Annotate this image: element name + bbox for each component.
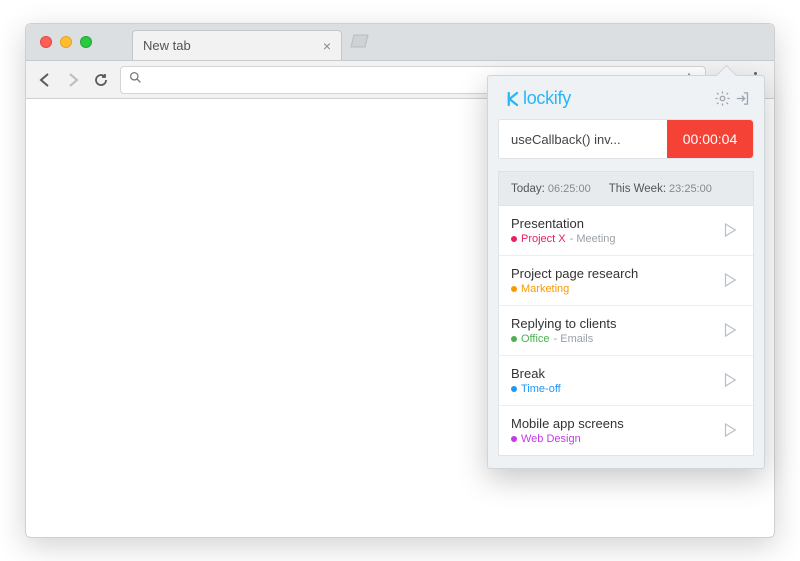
- tab-bar: New tab ×: [26, 24, 774, 61]
- brand-logo: lockify: [502, 88, 712, 109]
- play-icon: [721, 421, 739, 439]
- entry-title: Replying to clients: [511, 316, 721, 331]
- entry-title: Break: [511, 366, 721, 381]
- minimize-window-button[interactable]: [60, 36, 72, 48]
- summary-bar: Today:06:25:00 This Week:23:25:00: [498, 171, 754, 205]
- brand-name: lockify: [523, 88, 571, 109]
- entries-list: Presentation Project X - Meeting Project…: [498, 205, 754, 456]
- forward-button[interactable]: [64, 71, 82, 89]
- time-entry[interactable]: Replying to clients Office - Emails: [499, 305, 753, 355]
- time-entry[interactable]: Break Time-off: [499, 355, 753, 405]
- client-name: - Emails: [554, 333, 594, 345]
- time-entry[interactable]: Presentation Project X - Meeting: [499, 205, 753, 255]
- project-name: Project X: [521, 233, 566, 245]
- entry-meta: Office - Emails: [511, 333, 721, 345]
- project-color-dot: [511, 336, 517, 342]
- entry-meta: Project X - Meeting: [511, 233, 721, 245]
- time-entry[interactable]: Mobile app screens Web Design: [499, 405, 753, 455]
- entry-meta: Web Design: [511, 433, 721, 445]
- project-name: Marketing: [521, 283, 569, 295]
- play-button[interactable]: [721, 371, 741, 391]
- play-button[interactable]: [721, 321, 741, 341]
- entry-meta: Marketing: [511, 283, 721, 295]
- project-color-dot: [511, 236, 517, 242]
- browser-tab[interactable]: New tab ×: [132, 30, 342, 60]
- today-summary: Today:06:25:00: [511, 183, 591, 195]
- entry-info: Presentation Project X - Meeting: [511, 216, 721, 245]
- client-name: - Meeting: [570, 233, 616, 245]
- project-name: Web Design: [521, 433, 581, 445]
- play-icon: [721, 271, 739, 289]
- entry-title: Mobile app screens: [511, 416, 721, 431]
- time-entry[interactable]: Project page research Marketing: [499, 255, 753, 305]
- play-button[interactable]: [721, 421, 741, 441]
- logout-button[interactable]: [732, 89, 752, 109]
- project-name: Time-off: [521, 383, 561, 395]
- reload-button[interactable]: [92, 71, 110, 89]
- play-icon: [721, 321, 739, 339]
- project-color-dot: [511, 436, 517, 442]
- settings-button[interactable]: [712, 89, 732, 109]
- entry-meta: Time-off: [511, 383, 721, 395]
- entry-title: Presentation: [511, 216, 721, 231]
- active-timer: useCallback() inv... 00:00:04: [498, 119, 754, 159]
- clockify-popup: lockify useCallback() inv... 00:00:04 To…: [487, 75, 765, 469]
- maximize-window-button[interactable]: [80, 36, 92, 48]
- window-controls: [40, 36, 92, 48]
- project-name: Office: [521, 333, 550, 345]
- entry-info: Mobile app screens Web Design: [511, 416, 721, 445]
- project-color-dot: [511, 386, 517, 392]
- timer-description[interactable]: useCallback() inv...: [499, 120, 667, 158]
- timer-stop-button[interactable]: 00:00:04: [667, 120, 753, 158]
- play-button[interactable]: [721, 221, 741, 241]
- week-summary: This Week:23:25:00: [609, 183, 712, 195]
- new-tab-button[interactable]: [348, 33, 372, 51]
- clockify-logo-icon: [502, 90, 520, 108]
- close-tab-icon[interactable]: ×: [323, 38, 331, 54]
- entry-info: Break Time-off: [511, 366, 721, 395]
- play-icon: [721, 221, 739, 239]
- search-icon: [129, 71, 142, 89]
- close-window-button[interactable]: [40, 36, 52, 48]
- tab-title: New tab: [143, 38, 323, 53]
- play-button[interactable]: [721, 271, 741, 291]
- project-color-dot: [511, 286, 517, 292]
- back-button[interactable]: [36, 71, 54, 89]
- play-icon: [721, 371, 739, 389]
- gear-icon: [714, 90, 731, 107]
- popup-header: lockify: [488, 76, 764, 119]
- entry-info: Project page research Marketing: [511, 266, 721, 295]
- entry-info: Replying to clients Office - Emails: [511, 316, 721, 345]
- logout-icon: [734, 90, 751, 107]
- entry-title: Project page research: [511, 266, 721, 281]
